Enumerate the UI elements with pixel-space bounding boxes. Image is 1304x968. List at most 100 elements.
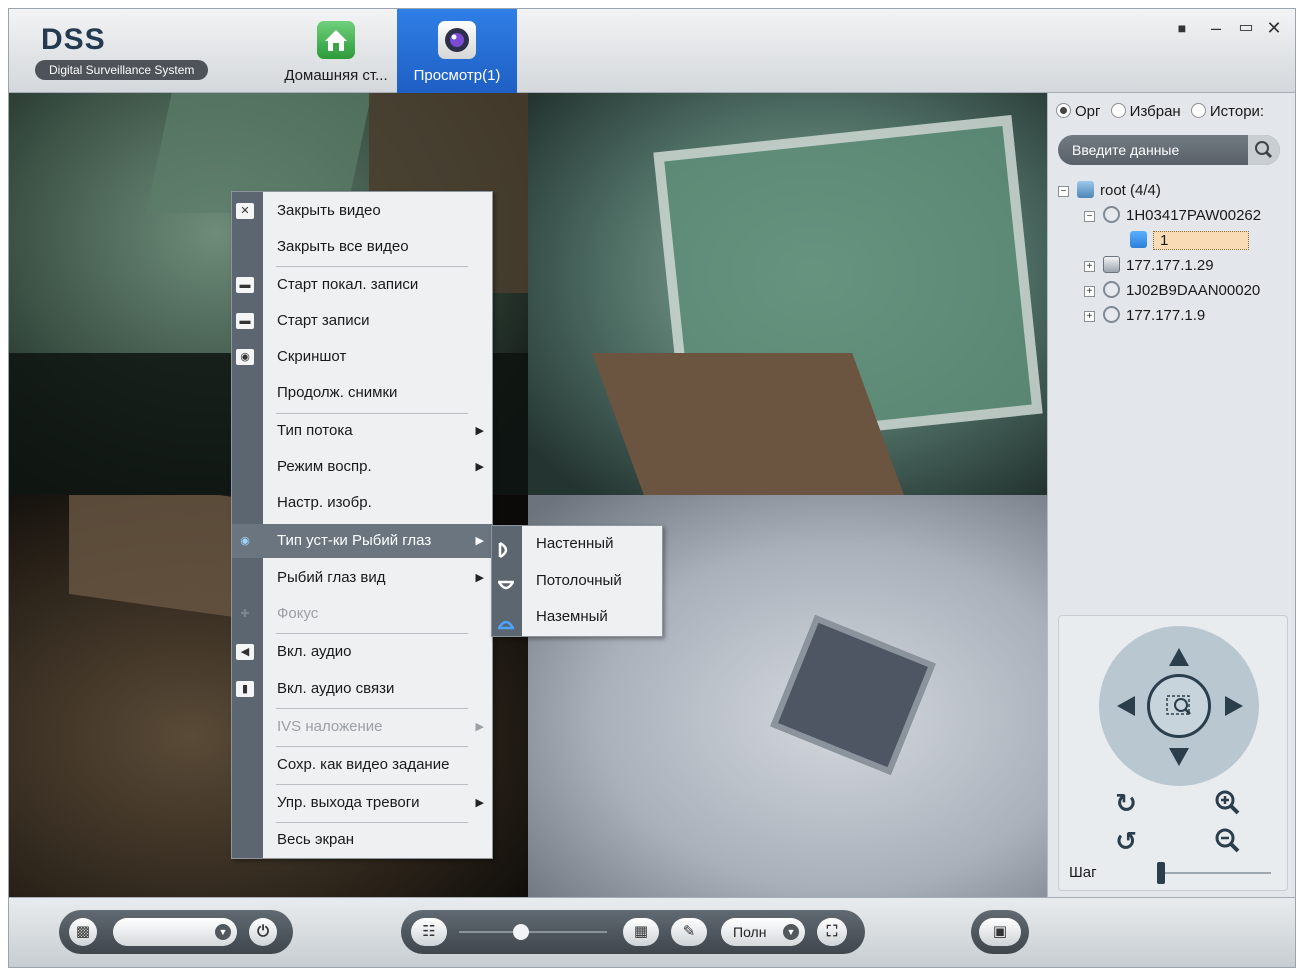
menu-item-alarm-output[interactable]: Упр. выхода тревоги ▶	[232, 786, 492, 820]
arrow-right-icon[interactable]	[1225, 696, 1243, 716]
grid-2x2-icon[interactable]: ☷	[411, 918, 447, 946]
menu-item-image-settings[interactable]: Настр. изобр.	[232, 486, 492, 520]
search-icon[interactable]	[1248, 135, 1280, 165]
save-mode-select[interactable]: ▼	[113, 918, 237, 946]
ceiling-mount-icon	[497, 573, 515, 590]
tab-home-label: Домашняя ст...	[284, 67, 388, 84]
video-grid[interactable]	[9, 93, 1047, 897]
zoom-out-icon[interactable]	[1213, 826, 1243, 856]
menu-item-label: Настр. изобр.	[277, 494, 372, 511]
search-placeholder: Введите данные	[1072, 142, 1180, 158]
zoom-in-icon[interactable]	[1213, 788, 1243, 818]
power-icon[interactable]: ⏻	[249, 918, 277, 946]
menu-separator	[276, 266, 468, 267]
submenu-item-ground[interactable]: Наземный	[492, 599, 662, 635]
menu-item-save-as-video-task[interactable]: Сохр. как видео задание	[232, 748, 492, 782]
rotate-clockwise-icon[interactable]: ↻	[1111, 788, 1141, 818]
tab-preview[interactable]: Просмотр(1)	[397, 9, 517, 93]
tree-device-1[interactable]: − 1H03417PAW00262	[1084, 204, 1261, 228]
layout-slider-handle[interactable]	[513, 924, 529, 940]
view-mode-radios: Орг Избран Истори:	[1056, 103, 1270, 120]
expand-icon[interactable]: +	[1084, 261, 1095, 272]
ground-mount-icon	[497, 609, 515, 630]
maximize-icon[interactable]: ▭	[1235, 17, 1257, 39]
stream-mode-select[interactable]: Полн ▼	[721, 918, 805, 946]
collapse-icon[interactable]: −	[1084, 211, 1095, 222]
home-icon	[317, 21, 355, 59]
menu-item-continuous-snapshot[interactable]: Продолж. снимки	[232, 376, 492, 410]
submenu-item-wall[interactable]: Настенный	[492, 526, 662, 562]
radio-history[interactable]	[1190, 103, 1206, 118]
radio-org-label: Орг	[1075, 103, 1101, 120]
menu-item-label: Вкл. аудио связи	[277, 680, 395, 697]
save-icon[interactable]: ▩	[69, 918, 97, 946]
tree-root-label: root (4/4)	[1100, 182, 1161, 199]
ptz-zoom-area-icon[interactable]	[1147, 674, 1211, 738]
step-slider-track[interactable]	[1159, 872, 1271, 874]
menu-item-close-video[interactable]: ✕ Закрыть видео	[232, 194, 492, 228]
tree-device-4[interactable]: +177.177.1.9	[1084, 304, 1205, 328]
tree-device-1-label: 1H03417PAW00262	[1126, 207, 1262, 224]
minimize-icon[interactable]: –	[1205, 17, 1227, 39]
camera-lens-icon	[438, 21, 476, 59]
tree-channel-1[interactable]: 1	[1130, 229, 1250, 253]
menu-item-full-screen[interactable]: Весь экран	[232, 823, 492, 857]
dropdown-arrow-icon[interactable]: ▼	[215, 924, 231, 940]
menu-separator	[276, 784, 468, 785]
radio-org[interactable]	[1056, 103, 1071, 118]
menu-item-fisheye-mount-type[interactable]: ◉ Тип уст-ки Рыбий глаз ▶	[232, 524, 492, 558]
menu-item-start-local-record[interactable]: ▬ Старт покал. записи	[232, 268, 492, 302]
device-panel: Орг Избран Истори: Введите данные − root …	[1047, 93, 1295, 897]
ptz-direction-pad[interactable]	[1099, 626, 1259, 786]
tree-device-2[interactable]: +177.177.1.29	[1084, 254, 1214, 278]
menu-item-play-mode[interactable]: Режим воспр. ▶	[232, 450, 492, 484]
menu-item-enable-audio[interactable]: ◀ Вкл. аудио	[232, 635, 492, 669]
tv-wall-icon[interactable]: ▣	[979, 918, 1021, 946]
menu-item-start-record[interactable]: ▬ Старт записи	[232, 304, 492, 338]
tree-device-3[interactable]: +1J02B9DAAN00020	[1084, 279, 1260, 303]
camera-device-icon	[1103, 306, 1120, 323]
menu-item-label: Старт записи	[277, 312, 370, 329]
expand-icon[interactable]: +	[1084, 286, 1095, 297]
lock-icon[interactable]: ■	[1171, 17, 1193, 39]
arrow-down-icon[interactable]	[1169, 748, 1189, 766]
layout-slider-track[interactable]	[459, 931, 607, 933]
dss-window: DSS Digital Surveillance System Домашняя…	[8, 8, 1296, 968]
search-input[interactable]: Введите данные	[1058, 135, 1280, 165]
collapse-icon[interactable]: −	[1058, 186, 1069, 197]
submenu-item-ceiling[interactable]: Потолочный	[492, 563, 662, 599]
menu-item-snapshot[interactable]: ◉ Скриншот	[232, 340, 492, 374]
context-menu: ✕ Закрыть видео Закрыть все видео ▬ Стар…	[231, 191, 493, 859]
nvr-device-icon	[1103, 256, 1120, 273]
submenu-arrow-icon: ▶	[475, 572, 484, 584]
focus-icon: ✚	[240, 608, 250, 620]
grid-many-icon[interactable]: ▦	[623, 918, 659, 946]
tree-root[interactable]: − root (4/4)	[1058, 179, 1161, 203]
radio-history-label: Истори:	[1209, 103, 1265, 120]
submenu-arrow-icon: ▶	[475, 461, 484, 473]
menu-item-stream-type[interactable]: Тип потока ▶	[232, 414, 492, 448]
menu-item-enable-talk[interactable]: ▮ Вкл. аудио связи	[232, 672, 492, 706]
submenu-arrow-icon: ▶	[475, 535, 484, 547]
microphone-icon: ▮	[236, 681, 254, 697]
fullscreen-icon[interactable]: ⛶	[817, 918, 847, 946]
submenu-arrow-icon: ▶	[475, 721, 484, 733]
record-controls: ▩ ▼ ⏻	[59, 910, 293, 954]
radio-favorites[interactable]	[1110, 103, 1126, 118]
custom-layout-icon[interactable]: ✎	[671, 918, 707, 946]
menu-item-close-all-video[interactable]: Закрыть все видео	[232, 230, 492, 264]
video-pane-2[interactable]	[528, 93, 1047, 495]
step-slider-handle[interactable]	[1157, 862, 1165, 884]
close-icon[interactable]: ✕	[1263, 17, 1285, 39]
tab-home[interactable]: Домашняя ст...	[275, 9, 397, 93]
menu-item-fisheye-view[interactable]: Рыбий глаз вид ▶	[232, 561, 492, 595]
arrow-up-icon[interactable]	[1169, 648, 1189, 666]
rotate-counterclockwise-icon[interactable]: ↺	[1111, 826, 1141, 856]
expand-icon[interactable]: +	[1084, 311, 1095, 322]
dropdown-arrow-icon[interactable]: ▼	[783, 924, 799, 940]
menu-item-label: Продолж. снимки	[277, 384, 398, 401]
menu-item-label: Режим воспр.	[277, 458, 372, 475]
menu-item-ivs-overlay: IVS наложение ▶	[232, 710, 492, 744]
app-logo: DSS	[41, 23, 106, 56]
arrow-left-icon[interactable]	[1117, 696, 1135, 716]
